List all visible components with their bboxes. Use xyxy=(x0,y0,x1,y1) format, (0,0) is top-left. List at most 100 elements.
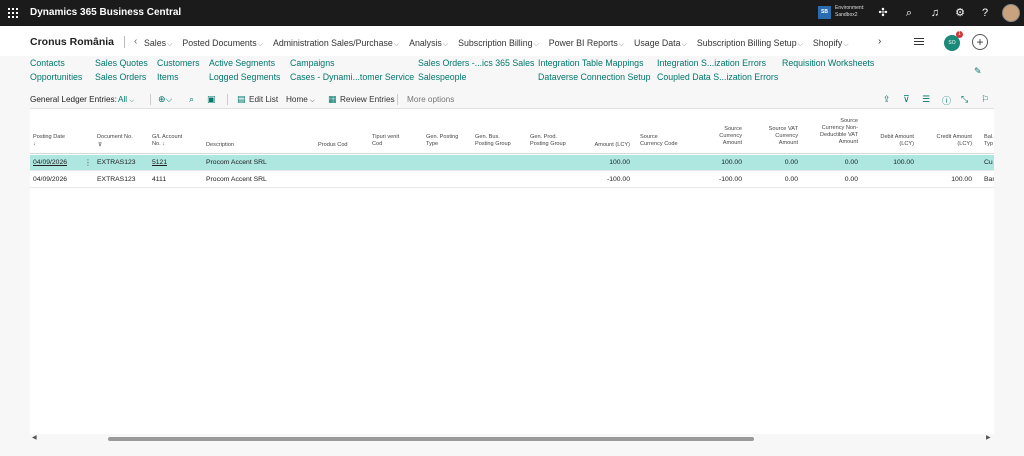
view-filter-all[interactable]: All ⌵ xyxy=(118,95,134,105)
link-campaigns[interactable]: Campaigns xyxy=(290,58,335,68)
col-document-no[interactable]: Document No. xyxy=(97,134,133,141)
link-requisition-worksheets[interactable]: Requisition Worksheets xyxy=(782,58,874,68)
pin-icon[interactable]: ✎ xyxy=(974,66,982,77)
link-salespeople[interactable]: Salespeople xyxy=(418,72,466,82)
filter-icon[interactable]: ⊽ xyxy=(98,142,102,149)
home-menu-button[interactable]: Home ⌵ xyxy=(286,95,315,105)
add-icon[interactable]: + xyxy=(972,34,988,50)
nav-item-analysis[interactable]: Analysis⌵ xyxy=(409,38,448,49)
col-gl-account-no[interactable]: G/L Account No. ↓ xyxy=(152,134,182,148)
user-avatar[interactable] xyxy=(1002,4,1020,22)
nav-item-shopify[interactable]: Shopify⌵ xyxy=(813,38,849,49)
review-entries-button[interactable]: Review Entries xyxy=(340,95,395,104)
table-row[interactable]: 04/09/2026 ⋮ EXTRAS123 5121 Procom Accen… xyxy=(30,155,994,171)
cell-description[interactable]: Procom Accent SRL xyxy=(206,159,267,166)
link-sales-orders[interactable]: Sales Orders xyxy=(95,72,146,82)
company-name[interactable]: Cronus România xyxy=(30,36,114,48)
nav-item-sales[interactable]: Sales⌵ xyxy=(144,38,172,49)
row-actions-icon[interactable]: ⋮ xyxy=(84,158,92,167)
link-integration-sync-errors[interactable]: Integration S...ization Errors xyxy=(657,58,766,68)
help-icon[interactable]: ? xyxy=(978,6,992,20)
bookmark-icon[interactable]: ⚐ xyxy=(981,94,989,105)
search-icon[interactable]: ⌕ xyxy=(902,6,916,20)
collapse-icon[interactable]: ⤡ xyxy=(961,94,968,105)
info-icon[interactable]: ⓘ xyxy=(942,94,951,107)
col-produs-cod[interactable]: Produs Cod xyxy=(318,142,348,149)
link-active-segments[interactable]: Active Segments xyxy=(209,58,275,68)
scrollbar-thumb[interactable] xyxy=(108,437,754,441)
table-row[interactable]: 04/09/2026 EXTRAS123 4111 Procom Accent … xyxy=(30,172,994,188)
col-tipuri-venit-cod[interactable]: Tipuri venit Cod xyxy=(372,134,399,148)
link-logged-segments[interactable]: Logged Segments xyxy=(209,72,280,82)
cell-bal-type[interactable]: Bar xyxy=(984,176,994,183)
cell-description[interactable]: Procom Accent SRL xyxy=(206,176,267,183)
list-view-icon[interactable]: ☰ xyxy=(922,94,930,105)
cell-posting-date[interactable]: 04/09/2026 xyxy=(33,176,67,183)
col-source-currency-amount[interactable]: Source Currency Amount xyxy=(698,126,742,147)
col-posting-date[interactable]: Posting Date ↓ xyxy=(33,134,65,148)
col-source-nd-vat-amount[interactable]: Source Currency Non- Deductible VAT Amou… xyxy=(806,118,858,146)
filter-icon[interactable]: ⊽ xyxy=(903,94,910,105)
scroll-right-arrow-icon[interactable]: ▶ xyxy=(986,434,991,441)
cell-credit[interactable]: 100.00 xyxy=(922,176,972,183)
scroll-left-arrow-icon[interactable]: ◀ xyxy=(32,434,37,441)
cell-source-nd-vat[interactable]: 0.00 xyxy=(806,159,858,166)
link-dataverse-connection-setup[interactable]: Dataverse Connection Setup xyxy=(538,72,650,82)
col-debit-amount-lcy[interactable]: Debit Amount (LCY) xyxy=(866,134,914,148)
hamburger-menu-icon[interactable] xyxy=(914,38,924,45)
col-gen-bus-posting-group[interactable]: Gen. Bus. Posting Group xyxy=(475,134,511,148)
col-bal-type[interactable]: Bal. Typ xyxy=(984,134,994,148)
app-title[interactable]: Dynamics 365 Business Central xyxy=(30,7,181,18)
nav-item-administration[interactable]: Administration Sales/Purchase⌵ xyxy=(273,38,399,49)
nav-item-subscription-billing-setup[interactable]: Subscription Billing Setup⌵ xyxy=(697,38,803,49)
link-contacts[interactable]: Contacts xyxy=(30,58,65,68)
cell-source-nd-vat[interactable]: 0.00 xyxy=(806,176,858,183)
share-page-icon[interactable]: ⇪ xyxy=(883,94,891,105)
cell-gl-account[interactable]: 5121 xyxy=(152,159,167,166)
cell-posting-date[interactable]: 04/09/2026 xyxy=(33,159,67,166)
link-coupled-data-sync-errors[interactable]: Coupled Data S...ization Errors xyxy=(657,72,778,82)
nav-scroll-left-icon[interactable]: ‹ xyxy=(134,36,137,47)
cell-amount[interactable]: -100.00 xyxy=(586,176,630,183)
cell-debit[interactable]: 100.00 xyxy=(866,159,914,166)
edit-list-button[interactable]: Edit List xyxy=(249,95,278,104)
nav-item-posted-documents[interactable]: Posted Documents⌵ xyxy=(182,38,263,49)
nav-scroll-right-icon[interactable]: › xyxy=(878,36,881,47)
cell-document-no[interactable]: EXTRAS123 xyxy=(97,176,136,183)
nav-item-subscription-billing[interactable]: Subscription Billing⌵ xyxy=(458,38,539,49)
environment-info[interactable]: Environment: Sandbox2 xyxy=(835,5,864,19)
col-credit-amount-lcy[interactable]: Credit Amount (LCY) xyxy=(922,134,972,148)
cell-source-amount[interactable]: 100.00 xyxy=(698,159,742,166)
settings-gear-icon[interactable]: ⚙ xyxy=(953,6,967,20)
col-gen-posting-type[interactable]: Gen. Posting Type xyxy=(426,134,458,148)
cell-bal-type[interactable]: Cu xyxy=(984,159,993,166)
share-icon[interactable]: ▣ xyxy=(207,94,216,105)
cell-source-vat[interactable]: 0.00 xyxy=(754,176,798,183)
environment-badge[interactable]: SB xyxy=(818,6,831,19)
link-sales-quotes[interactable]: Sales Quotes xyxy=(95,58,148,68)
filter-pane-icon[interactable]: ⊕⌵ xyxy=(158,94,172,105)
search-icon[interactable]: ⌕ xyxy=(189,94,194,105)
link-customers[interactable]: Customers xyxy=(157,58,200,68)
col-source-vat-currency-amount[interactable]: Source VAT Currency Amount xyxy=(754,126,798,147)
col-gen-prod-posting-group[interactable]: Gen. Prod. Posting Group xyxy=(530,134,566,148)
link-opportunities[interactable]: Opportunities xyxy=(30,72,82,82)
nav-item-power-bi-reports[interactable]: Power BI Reports⌵ xyxy=(549,38,624,49)
notification-bell-icon[interactable]: ♫ xyxy=(928,6,942,20)
link-integration-table-mappings[interactable]: Integration Table Mappings xyxy=(538,58,643,68)
cell-document-no[interactable]: EXTRAS123 xyxy=(97,159,136,166)
col-source-currency-code[interactable]: Source Currency Code xyxy=(640,134,678,148)
link-items[interactable]: Items xyxy=(157,72,179,82)
cell-source-vat[interactable]: 0.00 xyxy=(754,159,798,166)
more-options-button[interactable]: More options xyxy=(407,95,454,104)
col-description[interactable]: Description xyxy=(206,142,234,149)
link-cases[interactable]: Cases - Dynami...tomer Service xyxy=(290,72,414,82)
cell-gl-account[interactable]: 4111 xyxy=(152,176,166,183)
cell-amount[interactable]: 100.00 xyxy=(586,159,630,166)
app-launcher-icon[interactable] xyxy=(8,8,18,18)
nav-item-usage-data[interactable]: Usage Data⌵ xyxy=(634,38,687,49)
horizontal-scrollbar[interactable]: ◀ ▶ xyxy=(30,434,994,444)
copilot-icon[interactable]: ✣ xyxy=(876,6,890,20)
cell-source-amount[interactable]: -100.00 xyxy=(698,176,742,183)
col-amount-lcy[interactable]: Amount (LCY) xyxy=(586,142,630,149)
